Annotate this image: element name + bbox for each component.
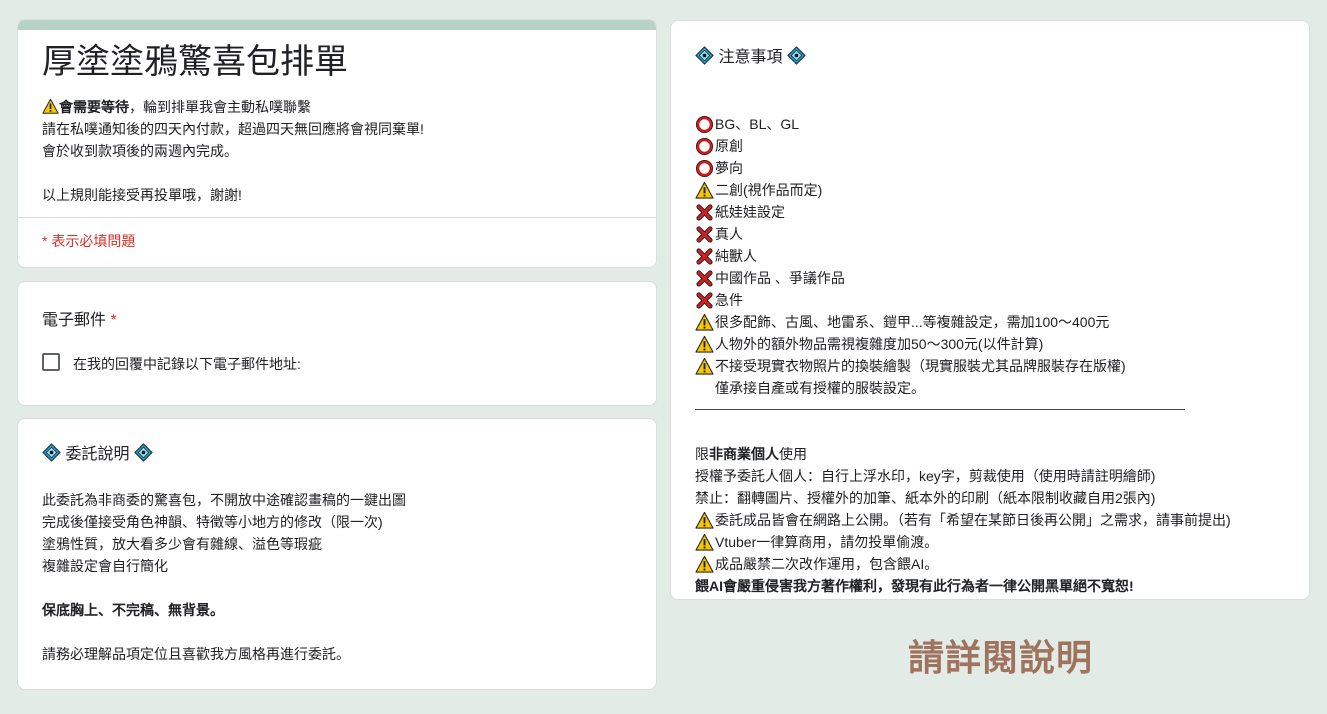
usage-bold: 非商業個人: [709, 446, 779, 462]
description-line: 以上規則能接受再投單哦，謝謝!: [42, 187, 242, 203]
email-question-label: 電子郵件 *: [42, 306, 117, 330]
description-warning-rest: ，輪到排單我會主動私噗聯繫: [129, 99, 311, 115]
commission-bold-line: 保底胸上、不完稿、無背景。: [42, 602, 224, 618]
notes-item-text: 原創: [715, 138, 743, 154]
final-warning-line: 餵AI會嚴重侵害我方著作權利，發現有此行為者一律公開黑單絕不寬恕!: [695, 578, 1134, 594]
required-note: * 表示必填問題: [42, 233, 136, 249]
usage-detail-line: 授權予委託人個人：自行上浮水印，key字，剪裁使用（使用時請註明繪師): [695, 468, 1156, 484]
notes-heading-text: 注意事項: [718, 49, 783, 66]
form-header-card: 厚塗塗鴉驚喜包排單 會需要等待，輪到排單我會主動私噗聯繫 請在私噗通知後的四天內…: [17, 19, 657, 268]
circle-ok-icon: [695, 137, 714, 156]
notes-item-text: 中國作品 、爭議作品: [715, 270, 845, 286]
usage-suffix: 使用: [779, 446, 807, 462]
warning-icon: [695, 335, 714, 354]
notes-list: BG、BL、GL 原創夢向二創(視作品而定) 紙娃娃設定真人純獸人中國作品 、爭議作…: [695, 91, 1231, 597]
cross-icon: [695, 269, 714, 288]
notes-list-item: 急件: [695, 289, 1231, 311]
diamond-icon: [695, 46, 714, 65]
warning-icon: [695, 511, 714, 530]
notes-list-item: 不接受現實衣物照片的換裝繪製（現實服裝尤其品牌服裝存在版權): [695, 355, 1231, 377]
notes-item-text: 真人: [715, 226, 743, 242]
commission-heading-text: 委託說明: [65, 446, 130, 463]
commission-body: 此委託為非商委的驚喜包，不開放中途確認畫稿的一鍵出圖 完成後僅接受角色神韻、特徵…: [42, 489, 406, 665]
description-warning-line: 會需要等待，輪到排單我會主動私噗聯繫: [42, 96, 424, 118]
notes-item-text: 紙娃娃設定: [715, 204, 785, 220]
notes-item-text: 不接受現實衣物照片的換裝繪製（現實服裝尤其品牌服裝存在版權): [715, 358, 1126, 374]
notes-warning-text: 成品嚴禁二次改作運用，包含餵AI。: [715, 556, 939, 572]
required-asterisk: *: [110, 312, 117, 329]
usage-detail-line: 禁止：翻轉圖片、授權外的加筆、紙本外的印刷（紙本限制收藏自用2張內): [695, 490, 1156, 506]
warning-icon: [695, 181, 714, 200]
notes-item-text: BG、BL、GL: [715, 116, 800, 132]
notes-item-text: 人物外的額外物品需視複雜度加50～300元(以件計算): [715, 336, 1044, 352]
cross-icon: [695, 247, 714, 266]
notes-item-text: 純獸人: [715, 248, 757, 264]
notes-list-item: 二創(視作品而定): [695, 179, 1231, 201]
notes-list-item: 真人: [695, 223, 1231, 245]
notes-list-item: 人物外的額外物品需視複雜度加50～300元(以件計算): [695, 333, 1231, 355]
cross-icon: [695, 203, 714, 222]
separator-line: [695, 399, 1231, 421]
commission-heading: 委託說明: [42, 443, 153, 466]
record-email-checkbox[interactable]: [42, 353, 60, 371]
warning-icon: [695, 555, 714, 574]
notes-heading: 注意事項: [695, 46, 806, 69]
notes-list-item: 夢向: [695, 157, 1231, 179]
form-title: 厚塗塗鴉驚喜包排單: [42, 43, 348, 81]
warning-icon: [695, 357, 714, 376]
notes-list-item: 純獸人: [695, 245, 1231, 267]
form-page: { "form": { "title": "厚塗塗鴉驚喜包排單", "descr…: [0, 0, 1327, 714]
commission-line: 複雜設定會自行簡化: [42, 558, 168, 574]
notes-item-text: 急件: [715, 292, 743, 308]
diamond-icon: [42, 443, 61, 462]
notes-warning-line: 委託成品皆會在網路上公開。（若有「希望在某節日後再公開」之需求，請事前提出): [695, 509, 1231, 531]
header-divider: [18, 217, 656, 218]
usage-line: 限非商業個人 使用: [695, 443, 1231, 465]
warning-icon: [42, 98, 59, 115]
record-email-checkbox-label[interactable]: 在我的回覆中記錄以下電子郵件地址:: [73, 354, 301, 374]
notes-item-text: 二創(視作品而定): [715, 182, 823, 198]
notes-list-item: 紙娃娃設定: [695, 201, 1231, 223]
cross-icon: [695, 225, 714, 244]
email-label-text: 電子郵件: [42, 312, 107, 329]
cross-icon: [695, 291, 714, 310]
notes-card: 注意事項 BG、BL、GL 原創夢向二創(視作品而定) 紙娃娃設定真人純獸人中國作品…: [670, 20, 1310, 600]
circle-ok-icon: [695, 159, 714, 178]
notes-warning-line: Vtuber一律算商用，請勿投單偷渡。: [695, 531, 1231, 553]
usage-prefix: 限: [695, 446, 709, 462]
notes-warning-line: 成品嚴禁二次改作運用，包含餵AI。: [695, 553, 1231, 575]
circle-ok-icon: [695, 115, 714, 134]
notes-item-text: 僅承接自產或有授權的服裝設定。: [715, 380, 925, 396]
notes-list-item: BG、BL、GL: [695, 113, 1231, 135]
description-warning-bold: 會需要等待: [59, 99, 129, 115]
email-question-card: 電子郵件 * 在我的回覆中記錄以下電子郵件地址:: [17, 281, 657, 406]
notes-item-text: 很多配飾、古風、地雷系、鎧甲...等複雜設定，需加100～400元: [715, 314, 1110, 330]
description-line: 會於收到款項後的兩週內完成。: [42, 143, 238, 159]
warning-icon: [695, 533, 714, 552]
notes-warning-text: 委託成品皆會在網路上公開。（若有「希望在某節日後再公開」之需求，請事前提出): [715, 512, 1231, 528]
accent-bar: [18, 20, 656, 30]
warning-icon: [695, 313, 714, 332]
description-line: 請在私噗通知後的四天內付款，超過四天無回應將會視同棄單!: [42, 121, 424, 137]
notes-item-text: 夢向: [715, 160, 743, 176]
notes-list-item: 原創: [695, 135, 1231, 157]
commission-closing: 請務必理解品項定位且喜歡我方風格再進行委託。: [42, 646, 350, 662]
notes-list-item: 很多配飾、古風、地雷系、鎧甲...等複雜設定，需加100～400元: [695, 311, 1231, 333]
footer-stamp-text: 請詳閱說明: [908, 637, 1094, 678]
commission-line: 塗鴉性質，放大看多少會有雜線、溢色等瑕疵: [42, 536, 322, 552]
commission-line: 完成後僅接受角色神韻、特徵等小地方的修改（限一次): [42, 514, 383, 530]
commission-line: 此委託為非商委的驚喜包，不開放中途確認畫稿的一鍵出圖: [42, 492, 406, 508]
notes-list-item: 僅承接自產或有授權的服裝設定。: [695, 377, 1231, 399]
notes-warning-text: Vtuber一律算商用，請勿投單偷渡。: [715, 534, 939, 550]
form-description: 會需要等待，輪到排單我會主動私噗聯繫 請在私噗通知後的四天內付款，超過四天無回應…: [42, 96, 424, 206]
notes-list-item: 中國作品 、爭議作品: [695, 267, 1231, 289]
diamond-icon: [134, 443, 153, 462]
description-line: [42, 162, 424, 184]
diamond-icon: [787, 46, 806, 65]
commission-description-card: 委託說明 此委託為非商委的驚喜包，不開放中途確認畫稿的一鍵出圖 完成後僅接受角色…: [17, 418, 657, 690]
